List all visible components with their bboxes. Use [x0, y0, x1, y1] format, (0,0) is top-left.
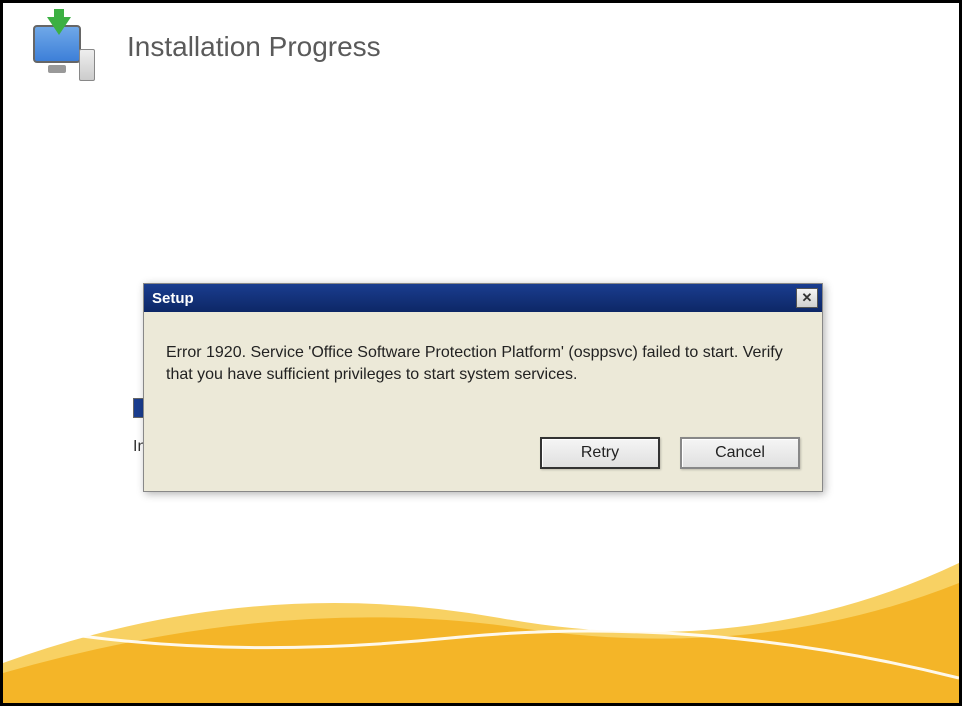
dialog-titlebar[interactable]: Setup ✕: [144, 284, 822, 312]
retry-button[interactable]: Retry: [540, 437, 660, 469]
close-icon: ✕: [802, 290, 813, 306]
close-button[interactable]: ✕: [796, 288, 818, 308]
cancel-button[interactable]: Cancel: [680, 437, 800, 469]
dialog-buttons: Retry Cancel: [166, 437, 800, 469]
error-message: Error 1920. Service 'Office Software Pro…: [166, 342, 800, 387]
decorative-swoosh: [3, 523, 959, 703]
installer-window: Installation Progress In Setup ✕ Error 1…: [3, 3, 959, 703]
installer-icon: [33, 23, 97, 87]
dialog-body: Error 1920. Service 'Office Software Pro…: [144, 312, 822, 491]
page-title: Installation Progress: [127, 31, 381, 63]
error-dialog: Setup ✕ Error 1920. Service 'Office Soft…: [143, 283, 823, 492]
header: Installation Progress: [3, 3, 959, 107]
dialog-title: Setup: [152, 290, 194, 307]
